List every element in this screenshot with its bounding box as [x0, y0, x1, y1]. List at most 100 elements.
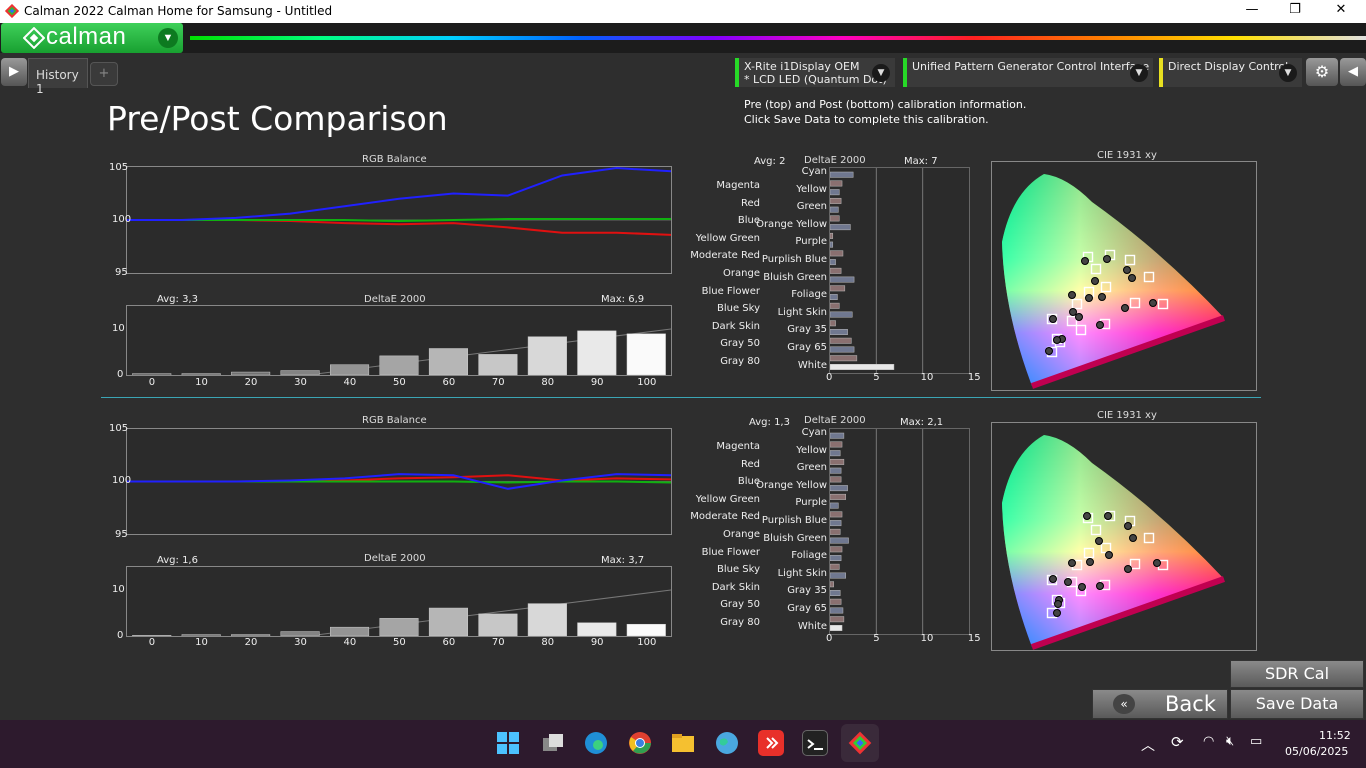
y-tick-label: 95: [115, 267, 128, 278]
color-de-bar: [829, 555, 842, 562]
sdr-cal-button[interactable]: SDR Cal: [1230, 660, 1364, 688]
gray-de-bar: [231, 634, 271, 637]
info-text: Pre (top) and Post (bottom) calibration …: [744, 97, 1026, 127]
calman-menu-button[interactable]: calman ▼: [1, 23, 183, 53]
maximize-button[interactable]: ❐: [1280, 2, 1310, 17]
speaker-muted-icon[interactable]: 🔇︎: [1226, 734, 1234, 749]
color-label: Foliage: [791, 289, 827, 301]
pre-color-de-chart: [829, 167, 970, 374]
color-de-bar: [829, 355, 858, 362]
gray-de-bar: [577, 330, 617, 376]
window-title: Calman 2022 Calman Home for Samsung - Un…: [24, 4, 333, 18]
add-tab-button[interactable]: +: [90, 62, 118, 86]
x-tick-label: 5: [873, 372, 880, 383]
y-tick-label: 105: [109, 162, 129, 173]
x-tick-label: 60: [442, 637, 456, 648]
edge-icon[interactable]: [583, 730, 609, 756]
post-rgb-chart: [126, 428, 672, 535]
clock-date[interactable]: 05/06/2025: [1285, 745, 1348, 758]
color-de-bar: [829, 528, 841, 535]
color-label: Orange: [723, 529, 760, 540]
measured-point: [1096, 321, 1104, 329]
x-tick-label: 70: [491, 637, 505, 648]
x-tick-label: 80: [541, 377, 555, 388]
color-de-bar: [829, 215, 840, 222]
color-label: Green: [796, 462, 827, 474]
color-de-bar: [829, 511, 843, 518]
pattern-generator-name: Unified Pattern Generator Control Interf…: [912, 60, 1150, 73]
color-label: Blue Flower: [701, 546, 760, 558]
measured-point: [1053, 336, 1061, 344]
nav-forward-button[interactable]: ▶: [1, 58, 27, 86]
nav-back-button[interactable]: ◀: [1340, 58, 1366, 86]
rainbow-strip: [190, 36, 1366, 40]
chevron-down-icon[interactable]: ▼: [1130, 64, 1148, 82]
chevron-down-icon[interactable]: ▼: [1279, 64, 1297, 82]
back-label: Back: [1165, 692, 1216, 716]
terminal-icon[interactable]: [802, 730, 828, 756]
gray-de-bar: [527, 336, 567, 376]
meter-device-selector[interactable]: X-Rite i1Display OEM * LCD LED (Quantum …: [735, 58, 895, 87]
pattern-generator-selector[interactable]: Unified Pattern Generator Control Interf…: [903, 58, 1153, 87]
color-label: Gray 50: [720, 338, 760, 350]
color-de-bar: [829, 346, 855, 353]
color-label: Purple: [795, 497, 827, 509]
color-de-bar: [829, 311, 853, 318]
pre-de-avg: Avg: 3,3: [157, 294, 198, 305]
post-gray-de-chart: [126, 566, 672, 660]
minimize-button[interactable]: —: [1237, 2, 1267, 17]
anydesk-icon[interactable]: [758, 730, 784, 756]
calman-logo-icon: [23, 27, 45, 49]
x-tick-label: 20: [244, 377, 258, 388]
info-line-2: Click Save Data to complete this calibra…: [744, 113, 989, 126]
wifi-icon[interactable]: ◠: [1203, 734, 1214, 749]
measured-point: [1078, 583, 1086, 591]
gray-de-bar: [478, 613, 518, 637]
gray-de-bar: [478, 354, 518, 376]
sync-icon[interactable]: ⟳: [1171, 733, 1184, 751]
post-color-title: DeltaE 2000: [804, 415, 866, 426]
pre-rgb-title: RGB Balance: [362, 154, 427, 165]
clock-time[interactable]: 11:52: [1319, 729, 1351, 742]
color-label: Yellow: [796, 444, 827, 456]
file-explorer-icon[interactable]: [670, 730, 696, 756]
post-de-max: Max: 3,7: [601, 555, 645, 566]
color-label: Gray 65: [787, 342, 827, 353]
color-de-bar: [829, 441, 843, 448]
color-de-bar: [829, 432, 845, 439]
measured-point: [1149, 299, 1157, 307]
start-icon[interactable]: [495, 730, 521, 756]
settings-gear-icon[interactable]: ⚙: [1306, 58, 1338, 86]
series-line: [127, 167, 672, 221]
battery-icon[interactable]: ▭: [1250, 734, 1262, 749]
calman-taskbar-icon[interactable]: [841, 724, 879, 762]
color-de-bar: [829, 450, 841, 457]
info-line-1: Pre (top) and Post (bottom) calibration …: [744, 98, 1027, 111]
globe-app-icon[interactable]: [714, 730, 740, 756]
task-view-icon[interactable]: [540, 730, 566, 756]
gray-de-bar: [280, 631, 320, 637]
color-de-bar: [829, 337, 852, 344]
chevron-down-icon[interactable]: ▼: [158, 28, 178, 48]
gray-de-bar: [577, 622, 617, 637]
chevron-down-icon[interactable]: ▼: [872, 64, 890, 82]
pre-rgb-chart: [126, 166, 672, 274]
measured-point: [1129, 534, 1137, 542]
pre-cie-title: CIE 1931 xy: [1097, 150, 1157, 161]
gray-de-bar: [428, 348, 468, 376]
x-tick-label: 10: [195, 637, 208, 648]
save-data-button[interactable]: Save Data: [1230, 689, 1364, 719]
tab-history-1[interactable]: History 1: [28, 58, 88, 96]
x-tick-label: 80: [541, 637, 555, 648]
chevron-up-icon[interactable]: ︿: [1141, 735, 1155, 755]
color-label: Moderate Red: [690, 511, 760, 523]
color-label: Light Skin: [777, 567, 827, 579]
brand-name: calman: [46, 23, 127, 50]
display-control-selector[interactable]: Direct Display Control ▼: [1159, 58, 1302, 87]
gray-de-bar: [280, 370, 320, 376]
back-button[interactable]: « Back: [1092, 689, 1228, 719]
close-button[interactable]: ✕: [1326, 2, 1356, 17]
x-tick-label: 60: [442, 377, 456, 388]
chrome-icon[interactable]: [627, 730, 653, 756]
app-logo-icon: [4, 3, 20, 21]
